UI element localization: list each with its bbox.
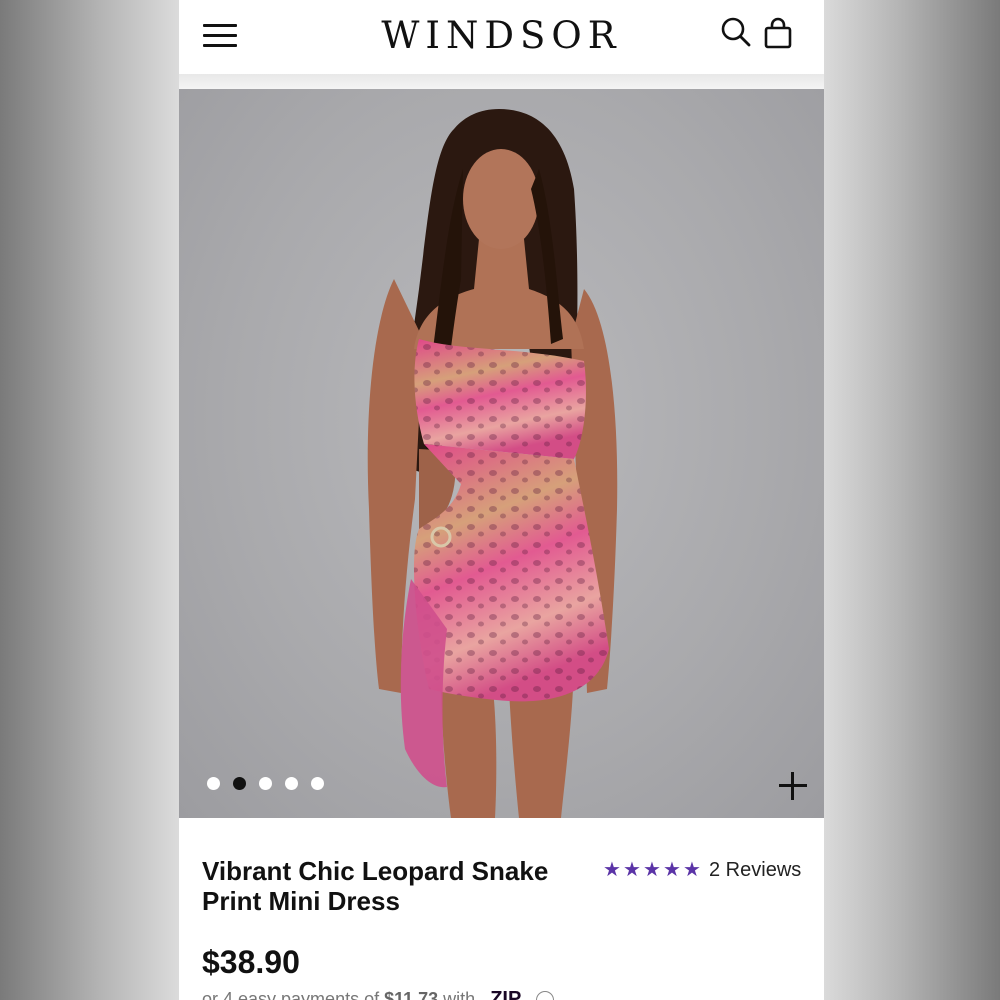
- top-nav: WINDSOR: [179, 0, 824, 74]
- product-photo[interactable]: [179, 89, 824, 818]
- product-title: Vibrant Chic Leopard Snake Print Mini Dr…: [202, 856, 549, 916]
- star-icon: ★: [623, 859, 641, 881]
- product-price: $38.90: [202, 944, 300, 980]
- star-icon: ★: [643, 859, 661, 881]
- reviews-link[interactable]: 2 Reviews: [709, 859, 801, 882]
- shopping-bag-icon[interactable]: [763, 17, 793, 51]
- product-image-gallery[interactable]: [179, 89, 824, 818]
- plus-icon[interactable]: [779, 772, 807, 800]
- star-icon: ★: [603, 859, 621, 881]
- search-icon[interactable]: [720, 16, 752, 50]
- installments-prefix: or 4 easy payments of: [202, 989, 385, 1000]
- header-divider: [179, 74, 824, 89]
- star-icon: ★: [663, 859, 681, 881]
- star-rating: ★ ★ ★ ★ ★: [602, 859, 702, 881]
- installments-info: or 4 easy payments of $11.73 with ZIP: [202, 988, 555, 1000]
- installments-suffix: with: [438, 989, 476, 1000]
- gallery-dot[interactable]: [311, 777, 324, 790]
- product-page: WINDSOR Vibrant Chic Leopard Snake Print…: [179, 0, 824, 1000]
- info-icon[interactable]: [536, 991, 555, 1000]
- zip-logo[interactable]: ZIP: [490, 988, 521, 1000]
- gallery-dot-active[interactable]: [233, 777, 246, 790]
- installments-amount: $11.73: [384, 989, 439, 1000]
- gallery-dot[interactable]: [259, 777, 272, 790]
- star-icon: ★: [683, 859, 701, 881]
- product-rating[interactable]: ★ ★ ★ ★ ★ 2 Reviews: [602, 857, 801, 883]
- gallery-dot[interactable]: [207, 777, 220, 790]
- gallery-dot[interactable]: [285, 777, 298, 790]
